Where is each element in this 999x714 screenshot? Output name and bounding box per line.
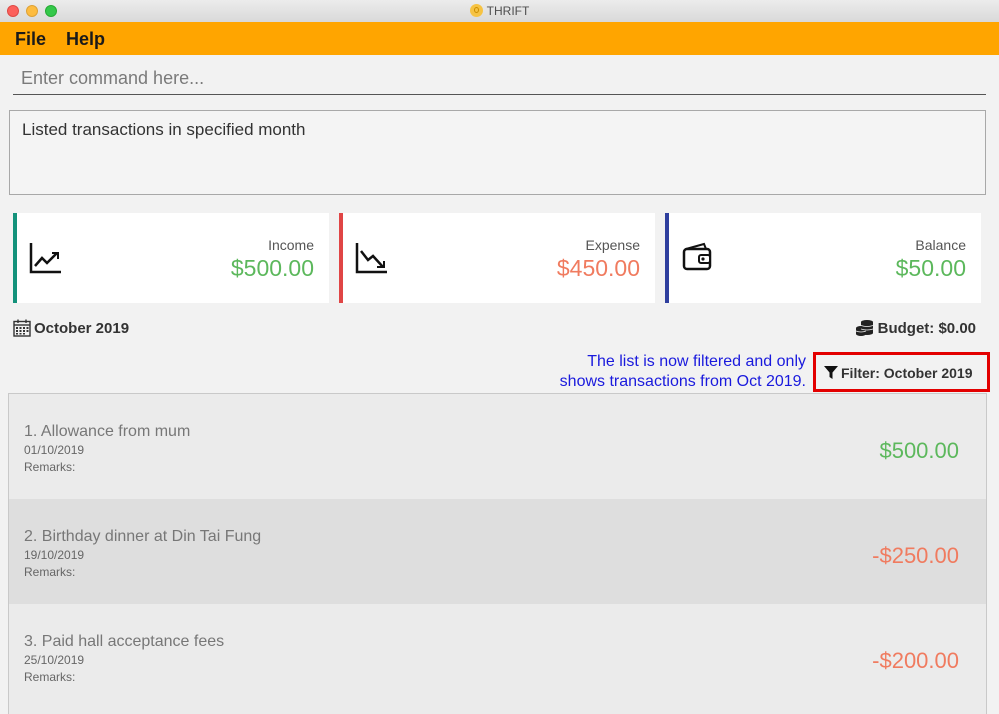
transaction-remarks: Remarks: [24, 565, 76, 579]
transaction-name: 2. Birthday dinner at Din Tai Fung [24, 528, 262, 545]
expense-label: Expense [585, 237, 640, 253]
filter-annotation: The list is now filtered and only shows … [530, 352, 806, 392]
transaction-list[interactable]: 1. Allowance from mum 01/10/2019 Remarks… [8, 393, 987, 714]
filter-icon [824, 366, 838, 379]
annotation-line-1: The list is now filtered and only [587, 353, 806, 370]
transaction-date: 19/10/2019 [24, 548, 85, 562]
wallet-icon [682, 242, 712, 271]
filter-highlight-box: Filter: October 2019 [813, 352, 990, 392]
transaction-date: 25/10/2019 [24, 653, 85, 667]
transaction-row[interactable]: 3. Paid hall acceptance fees 25/10/2019 … [9, 604, 986, 709]
month-label: October 2019 [34, 320, 130, 337]
balance-card: Balance $50.00 [665, 213, 981, 303]
trending-down-icon [355, 243, 387, 274]
result-display: Listed transactions in specified month [9, 110, 986, 195]
expense-amount: $450.00 [556, 255, 640, 281]
coins-icon [855, 320, 873, 336]
balance-label: Balance [915, 237, 966, 253]
calendar-icon [13, 319, 31, 337]
trending-up-icon [29, 243, 61, 274]
expense-card: Expense $450.00 [339, 213, 655, 303]
app-logo-icon [469, 4, 483, 17]
transaction-value: -$250.00 [872, 543, 959, 568]
window-title: THRIFT [486, 4, 530, 18]
budget-label: Budget: $0.00 [877, 320, 976, 337]
window-titlebar: THRIFT [0, 0, 999, 23]
transaction-date: 01/10/2019 [24, 443, 85, 457]
income-amount: $500.00 [230, 255, 314, 281]
transaction-remarks: Remarks: [24, 670, 76, 684]
menu-bar: File Help [0, 22, 999, 55]
help-menu[interactable]: Help [66, 29, 105, 50]
balance-amount: $50.00 [895, 255, 966, 281]
transaction-remarks: Remarks: [24, 460, 76, 474]
transaction-name: 3. Paid hall acceptance fees [24, 633, 225, 650]
income-card: Income $500.00 [13, 213, 329, 303]
budget-display: Budget: $0.00 [855, 319, 976, 337]
annotation-line-2: shows transactions from Oct 2019. [559, 373, 806, 390]
file-menu[interactable]: File [15, 29, 46, 50]
window-title-area: THRIFT [0, 4, 999, 18]
current-month: October 2019 [13, 319, 129, 337]
filter-indicator: Filter: October 2019 [824, 365, 973, 381]
transaction-name: 1. Allowance from mum [24, 423, 191, 440]
command-input[interactable] [13, 63, 986, 95]
transaction-value: $500.00 [879, 438, 959, 463]
transaction-row[interactable]: 1. Allowance from mum 01/10/2019 Remarks… [9, 394, 986, 499]
result-message: Listed transactions in specified month [22, 120, 306, 139]
transaction-row[interactable]: 2. Birthday dinner at Din Tai Fung 19/10… [9, 499, 986, 604]
transaction-value: -$200.00 [872, 648, 959, 673]
income-label: Income [268, 237, 314, 253]
filter-label: Filter: October 2019 [841, 365, 973, 381]
